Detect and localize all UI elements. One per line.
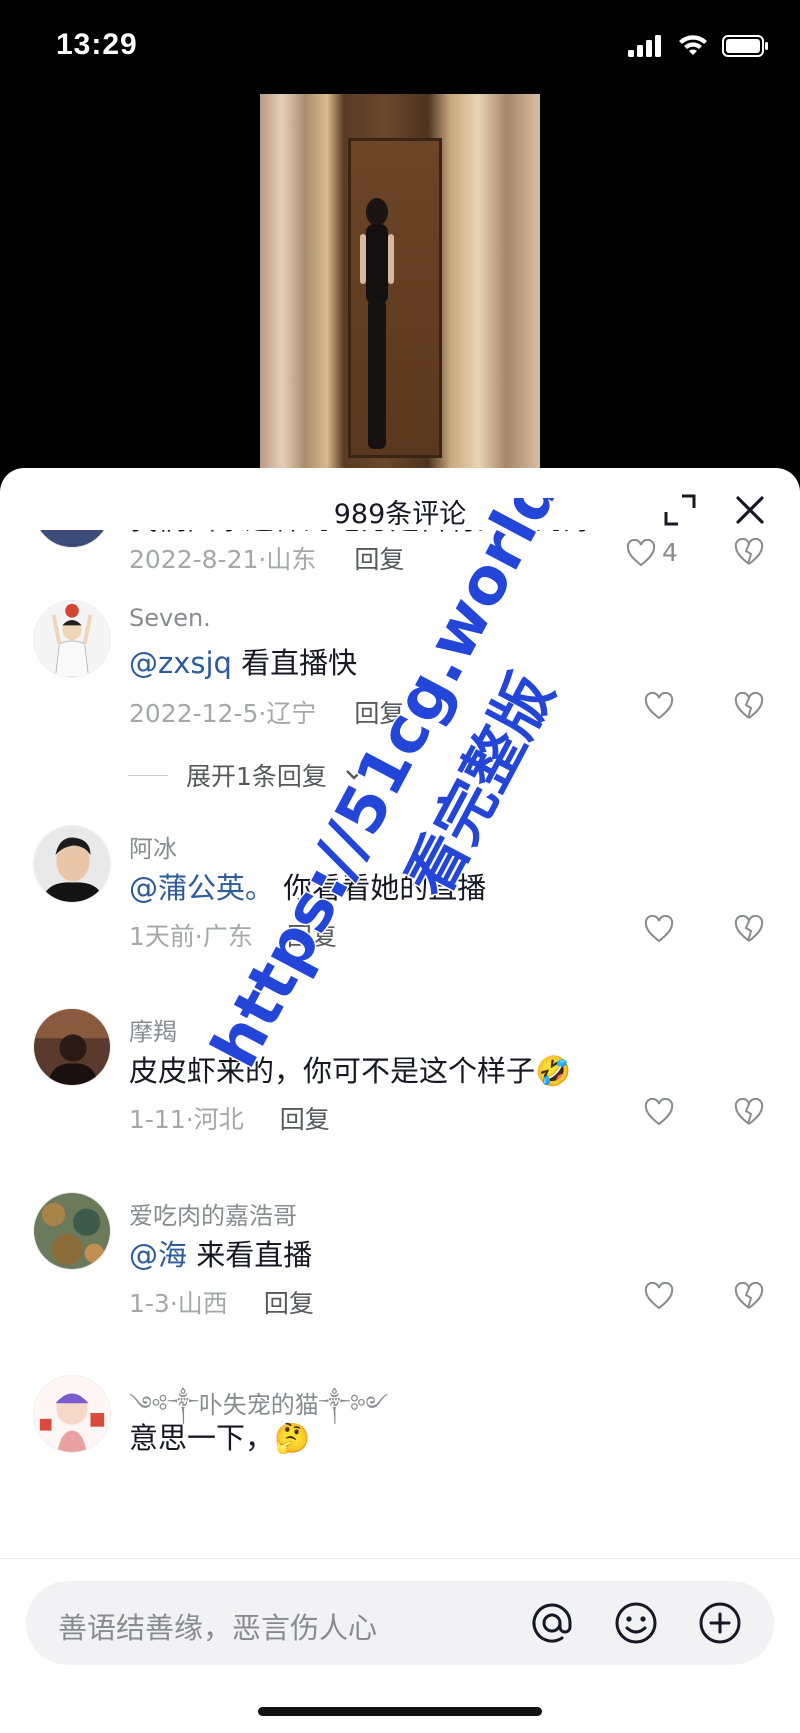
- broken-heart-icon[interactable]: [734, 1282, 764, 1310]
- comment-input-placeholder: 善语结善缘，恶言伤人心: [58, 1611, 378, 1645]
- reply-button[interactable]: 回复: [354, 540, 404, 576]
- comment-text: 皮皮虾来的，你可不是这个样子🤣: [129, 1054, 572, 1088]
- comment-list[interactable]: 我们国家这样的地方是否有的吃的好 2022-8-21·山东 回复 4 Seven…: [0, 530, 800, 1542]
- video-player[interactable]: [0, 90, 800, 480]
- comment-text: 我们国家这样的地方是否有的吃的好: [129, 530, 593, 538]
- video-thumbnail: [260, 94, 540, 474]
- comment-item: 阿冰 @蒲公英。 你看看她的直播 1天前·广东 回复: [0, 825, 800, 1005]
- comment-text: 意思一下，🤔: [129, 1421, 311, 1455]
- mention-link[interactable]: @zxsjq: [129, 646, 232, 680]
- status-time: 13:29: [56, 28, 138, 61]
- like-count: 4: [662, 538, 678, 567]
- status-bar: 13:29: [0, 0, 800, 90]
- comment-input-bar: 善语结善缘，恶言伤人心: [0, 1558, 800, 1733]
- like-button[interactable]: [644, 1282, 704, 1310]
- like-button[interactable]: [644, 915, 704, 943]
- heart-icon: [626, 538, 656, 566]
- avatar[interactable]: [33, 530, 111, 548]
- heart-icon: [644, 1098, 674, 1126]
- comment-meta: 1天前·广东 回复: [129, 917, 337, 953]
- heart-icon: [644, 915, 674, 943]
- avatar[interactable]: [33, 1008, 111, 1086]
- plus-icon[interactable]: [694, 1597, 746, 1649]
- comment-username[interactable]: 阿冰: [129, 829, 177, 864]
- comment-text: @zxsjq 看直播快: [129, 646, 358, 680]
- like-button[interactable]: [644, 1098, 704, 1126]
- comment-item: 爱吃肉的嘉浩哥 @海 来看直播 1-3·山西 回复: [0, 1192, 800, 1372]
- home-indicator: [258, 1707, 542, 1716]
- mention-link[interactable]: @海: [129, 1238, 187, 1272]
- comment-meta: 1-11·河北 回复: [129, 1100, 330, 1136]
- comment-meta: 2022-8-21·山东 回复: [129, 540, 404, 576]
- comment-item: ༺༒卟失宠的猫༒༻ 意思一下，🤔: [0, 1375, 800, 1542]
- comment-meta: 2022-12-5·辽宁 回复: [129, 694, 404, 730]
- reply-button[interactable]: 回复: [287, 917, 337, 953]
- smiley-icon[interactable]: [610, 1597, 662, 1649]
- video-person-silhouette: [360, 198, 394, 449]
- comment-meta: 1-3·山西 回复: [129, 1284, 314, 1320]
- comment-date-location: 1天前·广东: [129, 922, 253, 951]
- comment-item: 我们国家这样的地方是否有的吃的好 2022-8-21·山东 回复 4: [0, 530, 800, 610]
- comment-item: Seven. @zxsjq 看直播快 2022-12-5·辽宁 回复: [0, 600, 800, 780]
- expand-icon[interactable]: [662, 492, 698, 528]
- heart-icon: [644, 692, 674, 720]
- reply-button[interactable]: 回复: [264, 1284, 314, 1320]
- avatar[interactable]: [33, 825, 111, 903]
- wifi-icon: [679, 35, 707, 55]
- laughing-emoji: 🤣: [535, 1054, 572, 1088]
- comment-text: @海 来看直播: [129, 1238, 313, 1272]
- battery-icon: [722, 35, 768, 57]
- mention-link[interactable]: @蒲公英。: [129, 871, 274, 905]
- comment-date-location: 1-3·山西: [129, 1289, 228, 1318]
- broken-heart-icon[interactable]: [734, 1098, 764, 1126]
- divider-line: [128, 774, 168, 776]
- comment-username[interactable]: 摩羯: [129, 1012, 177, 1047]
- at-icon[interactable]: [526, 1597, 578, 1649]
- avatar[interactable]: [33, 600, 111, 678]
- reply-button[interactable]: 回复: [280, 1100, 330, 1136]
- avatar[interactable]: [33, 1375, 111, 1453]
- broken-heart-icon[interactable]: [734, 692, 764, 720]
- like-button[interactable]: 4: [626, 538, 686, 567]
- avatar[interactable]: [33, 1192, 111, 1270]
- comment-username[interactable]: Seven.: [129, 604, 211, 632]
- comment-date-location: 1-11·河北: [129, 1105, 244, 1134]
- close-icon[interactable]: [730, 490, 770, 530]
- reply-button[interactable]: 回复: [354, 694, 404, 730]
- expand-replies-label: 展开1条回复: [186, 762, 327, 791]
- status-icons: [628, 34, 770, 58]
- comment-date-location: 2022-8-21·山东: [129, 545, 317, 574]
- expand-replies-button[interactable]: 展开1条回复: [128, 757, 363, 793]
- broken-heart-icon[interactable]: [734, 915, 764, 943]
- comment-sheet: 989条评论 我们国家这样的地方是否有的吃的好 2022-8-21·山东 回复 …: [0, 468, 800, 1733]
- chevron-down-icon: [346, 770, 362, 780]
- thinking-emoji: 🤔: [274, 1421, 311, 1455]
- comment-item: 摩羯 皮皮虾来的，你可不是这个样子🤣 1-11·河北 回复: [0, 1008, 800, 1188]
- comment-input[interactable]: 善语结善缘，恶言伤人心: [26, 1581, 774, 1665]
- signal-icon: [628, 35, 661, 57]
- comment-text: @蒲公英。 你看看她的直播: [129, 871, 487, 905]
- like-button[interactable]: [644, 692, 704, 720]
- comment-date-location: 2022-12-5·辽宁: [129, 699, 317, 728]
- comment-username[interactable]: 爱吃肉的嘉浩哥: [129, 1196, 297, 1231]
- heart-icon: [644, 1282, 674, 1310]
- broken-heart-icon[interactable]: [734, 538, 764, 566]
